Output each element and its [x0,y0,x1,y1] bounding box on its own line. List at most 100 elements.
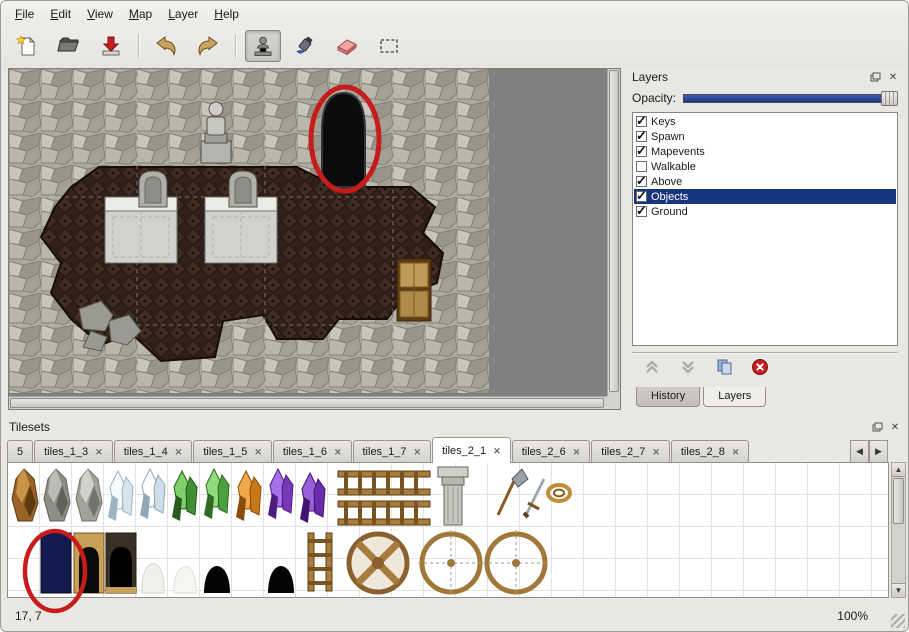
tab-close-icon[interactable]: ✕ [732,447,740,458]
save-button[interactable] [93,30,129,62]
map-vertical-scrollbar[interactable] [607,69,620,396]
layer-name: Mapevents [651,146,705,158]
map-scroll-corner [607,396,620,409]
layer-visibility-checkbox[interactable] [636,191,647,202]
cursor-position: 17, 7 [15,609,42,623]
tileset-tabbar: 5tiles_1_3✕tiles_1_4✕tiles_1_5✕tiles_1_6… [7,436,860,463]
tileset-tab-5[interactable]: 5 [7,440,33,463]
layer-visibility-checkbox[interactable] [636,116,647,127]
layer-actions [632,352,898,380]
menu-map[interactable]: Map [121,4,160,24]
eraser-tool-icon [334,35,360,57]
toolbar [1,26,908,66]
layers-panel: Layers ✕ Opacity: Keys Spawn Mapevents Walk… [628,68,904,411]
tab-close-icon[interactable]: ✕ [414,447,422,458]
tab-close-icon[interactable]: ✕ [493,446,501,457]
tileset-vscroll-thumb[interactable] [893,478,904,524]
tab-layers[interactable]: Layers [703,387,766,407]
float-icon[interactable] [868,70,882,84]
stamp-tool-button[interactable] [245,30,281,62]
tab-close-icon[interactable]: ✕ [573,447,581,458]
tilesets-panel: Tilesets ✕ 5tiles_1_3✕tiles_1_4✕tiles_1_… [5,418,906,600]
scroll-up-icon[interactable]: ▲ [892,463,905,477]
menu-view[interactable]: View [79,4,121,24]
layer-name: Keys [651,116,675,128]
layer-visibility-checkbox[interactable] [636,206,647,217]
chevrons-down-icon [680,359,696,375]
opacity-row: Opacity: [632,90,898,106]
close-icon[interactable]: ✕ [888,420,902,434]
menu-help[interactable]: Help [206,4,247,24]
map-vscroll-thumb[interactable] [609,70,619,392]
tab-label: tiles_1_5 [203,446,247,458]
tab-close-icon[interactable]: ✕ [175,447,183,458]
layer-list: Keys Spawn Mapevents Walkable AboveObjectsGr… [632,112,898,346]
tab-history[interactable]: History [636,387,700,407]
layer-name: Walkable [651,161,696,173]
tilesets-panel-title: Tilesets [9,420,866,434]
menu-file[interactable]: File [7,4,42,24]
opacity-slider-track[interactable] [683,94,898,103]
tileset-tab-tiles_2_6[interactable]: tiles_2_6✕ [512,440,591,463]
open-button[interactable] [51,30,87,62]
layer-row-objects[interactable]: Objects [634,189,896,204]
tileset-tab-tiles_2_1[interactable]: tiles_2_1✕ [432,437,511,463]
tab-close-icon[interactable]: ✕ [652,447,660,458]
new-map-button[interactable] [9,30,45,62]
map-horizontal-scrollbar[interactable] [9,396,609,409]
menu-edit[interactable]: Edit [42,4,79,24]
scroll-tabs-left-icon[interactable]: ◀ [850,440,869,463]
layer-row-spawn[interactable]: Spawn [634,129,896,144]
tileset-tab-tiles_1_4[interactable]: tiles_1_4✕ [114,440,193,463]
fill-tool-button[interactable] [287,30,323,62]
tileset-tab-tiles_2_7[interactable]: tiles_2_7 ✕ [591,440,670,463]
layer-name: Spawn [651,131,685,143]
layers-panel-titlebar: Layers ✕ [632,68,900,86]
tile-door-dark [106,533,136,593]
dock-tabs: History Layers [636,387,766,411]
select-tool-button[interactable] [371,30,407,62]
tileset-tab-tiles_1_3[interactable]: tiles_1_3✕ [34,440,113,463]
tileset-vertical-scrollbar[interactable]: ▲ ▼ [891,462,906,598]
tileset-tab-tiles_1_6[interactable]: tiles_1_6✕ [273,440,352,463]
layer-row-walkable[interactable]: Walkable [634,159,896,174]
tileset-tab-tiles_1_7[interactable]: tiles_1_7✕ [353,440,432,463]
opacity-slider[interactable] [683,94,898,103]
tab-close-icon[interactable]: ✕ [334,447,342,458]
map-canvas[interactable] [9,69,609,396]
tileset-tab-tiles_2_8[interactable]: tiles_2_8✕ [671,440,750,463]
scroll-down-icon[interactable]: ▼ [892,583,905,597]
tab-label: tiles_2_7 [601,446,645,458]
duplicate-layer-button[interactable] [714,357,734,377]
close-icon[interactable]: ✕ [886,70,900,84]
tileset-canvas[interactable] [8,463,889,597]
layer-row-above[interactable]: Above [634,174,896,189]
delete-layer-button[interactable] [750,357,770,377]
tileset-tab-tiles_1_5[interactable]: tiles_1_5 ✕ [193,440,272,463]
copy-pages-icon [716,358,733,375]
resize-grip[interactable] [891,614,905,628]
layer-name: Above [651,176,682,188]
scroll-tabs-right-icon[interactable]: ▶ [869,440,888,463]
map-hscroll-thumb[interactable] [10,398,604,408]
move-layer-down-button[interactable] [678,357,698,377]
tileset-tab-scroll: ◀ ▶ [850,440,888,463]
move-layer-up-button[interactable] [642,357,662,377]
layer-visibility-checkbox[interactable] [636,161,647,172]
layer-visibility-checkbox[interactable] [636,176,647,187]
fill-tool-icon [293,34,317,58]
layer-visibility-checkbox[interactable] [636,131,647,142]
layer-visibility-checkbox[interactable] [636,146,647,157]
eraser-tool-button[interactable] [329,30,365,62]
layer-row-mapevents[interactable]: Mapevents [634,144,896,159]
opacity-slider-handle[interactable] [881,91,898,106]
menu-layer[interactable]: Layer [160,4,206,24]
undo-button[interactable] [148,30,184,62]
redo-button[interactable] [190,30,226,62]
layer-row-ground[interactable]: Ground [634,204,896,219]
tab-close-icon[interactable]: ✕ [95,447,103,458]
float-icon[interactable] [870,420,884,434]
layer-row-keys[interactable]: Keys [634,114,896,129]
tab-close-icon[interactable]: ✕ [254,447,262,458]
toolbar-separator [235,34,236,58]
